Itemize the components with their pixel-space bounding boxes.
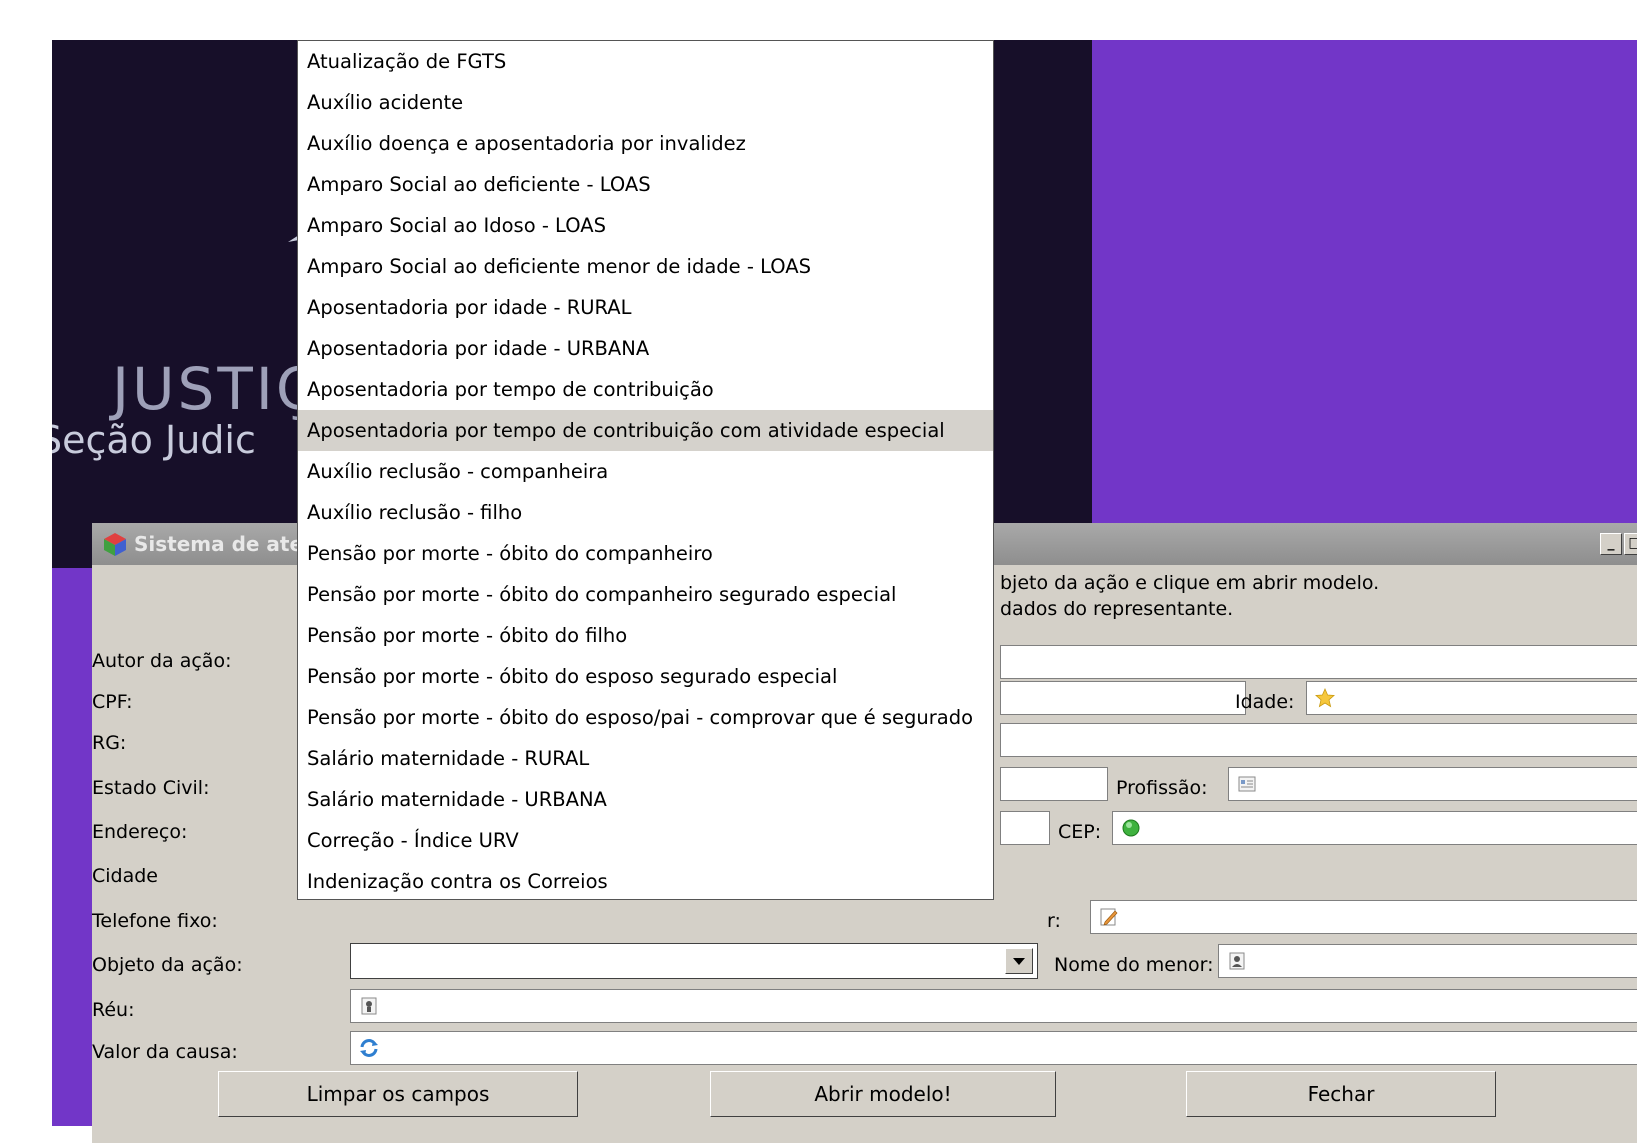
nome-menor-field[interactable] xyxy=(1218,944,1637,978)
splash-subtitle: Seção Judic xyxy=(52,418,256,462)
window-title: Sistema de ate xyxy=(134,532,304,556)
cpf-field[interactable] xyxy=(1000,681,1246,715)
dropdown-option[interactable]: Salário maternidade - URBANA xyxy=(298,779,993,820)
dropdown-option[interactable]: Aposentadoria por idade - RURAL xyxy=(298,287,993,328)
objeto-dropdown-button[interactable] xyxy=(1005,948,1033,974)
dropdown-option[interactable]: Indenização contra os Correios xyxy=(298,861,993,902)
refresh-icon xyxy=(360,1039,378,1057)
cidade-label: Cidade xyxy=(92,865,158,887)
dropdown-option[interactable]: Amparo Social ao Idoso - LOAS xyxy=(298,205,993,246)
splash-title: JUSTIÇ xyxy=(112,355,320,423)
dropdown-option[interactable]: Aposentadoria por tempo de contribuição xyxy=(298,369,993,410)
dropdown-option[interactable]: Pensão por morte - óbito do esposo segur… xyxy=(298,656,993,697)
objeto-select[interactable] xyxy=(350,943,1038,979)
dropdown-option[interactable]: Pensão por morte - óbito do esposo/pai -… xyxy=(298,697,993,738)
dropdown-option[interactable]: Pensão por morte - óbito do companheiro … xyxy=(298,574,993,615)
id-card-icon xyxy=(1238,776,1256,792)
app-cube-icon xyxy=(104,533,126,556)
objeto-label: Objeto da ação: xyxy=(92,954,243,976)
cep-field[interactable] xyxy=(1112,811,1637,845)
dropdown-option[interactable]: Amparo Social ao deficiente - LOAS xyxy=(298,164,993,205)
dropdown-option[interactable]: Aposentadoria por idade - URBANA xyxy=(298,328,993,369)
autor-field[interactable] xyxy=(1000,645,1637,679)
abrir-modelo-button[interactable]: Abrir modelo! xyxy=(710,1071,1056,1117)
nome-menor-label: Nome do menor: xyxy=(1054,954,1214,976)
profissao-field[interactable] xyxy=(1228,767,1637,801)
user-card-icon xyxy=(1229,952,1245,970)
dropdown-option[interactable]: Pensão por morte - óbito do companheiro xyxy=(298,533,993,574)
estado-civil-field[interactable] xyxy=(1000,767,1108,801)
dropdown-option[interactable]: Amparo Social ao deficiente menor de ida… xyxy=(298,246,993,287)
dropdown-option[interactable]: Salário maternidade - RURAL xyxy=(298,738,993,779)
cpf-label: CPF: xyxy=(92,691,133,713)
idade-field[interactable] xyxy=(1306,681,1637,715)
dropdown-option[interactable]: Aposentadoria por tempo de contribuição … xyxy=(298,410,993,451)
idade-label: Idade: xyxy=(1235,691,1295,713)
dropdown-option[interactable]: Auxílio reclusão - companheira xyxy=(298,451,993,492)
valor-label: Valor da causa: xyxy=(92,1041,238,1063)
endereco-label: Endereço: xyxy=(92,821,188,843)
instruction-line-2: dados do representante. xyxy=(1000,598,1234,620)
telefone-label: Telefone fixo: xyxy=(92,910,218,932)
dropdown-option[interactable]: Auxílio acidente xyxy=(298,82,993,123)
building-icon xyxy=(361,997,377,1015)
dropdown-option[interactable]: Pensão por morte - óbito do filho xyxy=(298,615,993,656)
minimize-button[interactable]: _ xyxy=(1600,533,1622,555)
dropdown-option[interactable]: Atualização de FGTS xyxy=(298,41,993,82)
green-status-icon xyxy=(1122,819,1140,837)
celular-field[interactable] xyxy=(1090,900,1637,934)
objeto-dropdown-list: Atualização de FGTS Auxílio acidente Auxíl… xyxy=(297,40,994,900)
dropdown-option[interactable]: Auxílio reclusão - filho xyxy=(298,492,993,533)
rg-field[interactable] xyxy=(1000,723,1637,757)
estado-civil-label: Estado Civil: xyxy=(92,777,210,799)
dropdown-option[interactable]: Auxílio doença e aposentadoria por inval… xyxy=(298,123,993,164)
reu-field[interactable] xyxy=(350,989,1637,1023)
dropdown-option[interactable]: Correção - Índice URV xyxy=(298,820,993,861)
profissao-label: Profissão: xyxy=(1116,777,1208,799)
rg-label: RG: xyxy=(92,732,127,754)
endereco-field[interactable] xyxy=(1000,811,1050,845)
limpar-button[interactable]: Limpar os campos xyxy=(218,1071,578,1117)
maximize-button[interactable]: □ xyxy=(1624,533,1637,555)
valor-field[interactable] xyxy=(350,1031,1637,1065)
window-controls: _ □ xyxy=(1600,533,1637,555)
chevron-down-icon xyxy=(1013,958,1025,965)
autor-label: Autor da ação: xyxy=(92,650,232,672)
celular-label: r: xyxy=(1047,910,1061,932)
cep-label: CEP: xyxy=(1058,821,1102,843)
instruction-line-1: bjeto da ação e clique em abrir modelo. xyxy=(1000,572,1380,594)
fechar-button[interactable]: Fechar xyxy=(1186,1071,1496,1117)
instructions: bjeto da ação e clique em abrir modelo. … xyxy=(1000,570,1379,622)
star-icon xyxy=(1315,688,1335,708)
edit-note-icon xyxy=(1100,908,1118,926)
reu-label: Réu: xyxy=(92,999,135,1021)
